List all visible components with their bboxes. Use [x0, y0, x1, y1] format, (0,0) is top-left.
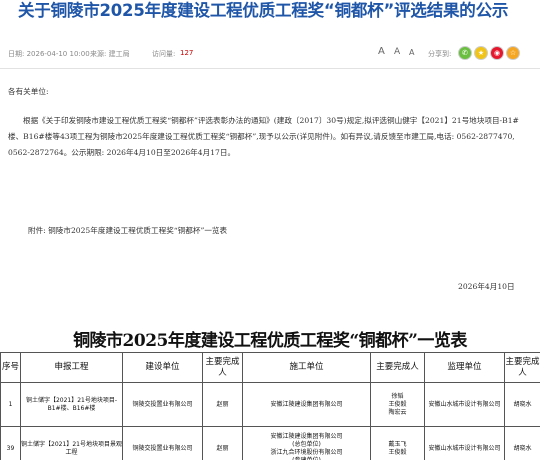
cell-supervisor: 安徽山水城市设计有限公司 [424, 382, 505, 427]
title-bar: 关于铜陵市2025年度建设工程优质工程奖“铜都杯”评选结果的公示 [0, 0, 540, 24]
cell-supervisor-person: 胡晓水 [504, 426, 540, 460]
table-header-row: 序号 申报工程 建设单位 主要完成人 施工单位 主要完成人 监理单位 主要完成人 [0, 352, 540, 383]
award-table: 序号 申报工程 建设单位 主要完成人 施工单位 主要完成人 监理单位 主要完成人… [0, 352, 540, 460]
header-contractor-person: 主要完成人 [370, 352, 425, 383]
publish-date: 日期: 2026-04-10 10:00 [8, 50, 90, 58]
greeting: 各有关单位: [8, 87, 49, 96]
cell-contractor-persons: 戴玉飞 王俊毅 [370, 426, 425, 460]
font-medium-button[interactable]: A [394, 47, 400, 57]
page-title: 关于铜陵市2025年度建设工程优质工程奖“铜都杯”评选结果的公示 [18, 1, 509, 20]
cell-contractor-persons: 徐韬 王俊毅 陶宏云 [370, 382, 425, 427]
attachment-table-image: 铜陵市2025年度建设工程优质工程奖“铜都杯”一览表 序号 申报工程 建设单位 … [0, 322, 540, 460]
cell-contractor: 安徽江陵建设集团有限公司 [242, 382, 371, 427]
weibo-icon[interactable]: ◉ [490, 46, 504, 60]
favorite-icon[interactable]: ☆ [506, 46, 520, 60]
header-builder: 建设单位 [122, 352, 203, 383]
header-contractor: 施工单位 [242, 352, 371, 383]
visits-count: 127 [180, 49, 194, 57]
body-paragraph: 根据《关于印发铜陵市建设工程优质工程奖“铜都杯”评选表彰办法的通知》(建政〔20… [8, 116, 519, 157]
attachment-link[interactable]: 附件: 铜陵市2025年度建设工程优质工程奖“铜都杯”一览表 [28, 225, 227, 236]
header-no: 序号 [0, 352, 21, 383]
visits-label: 访问量: [152, 50, 176, 58]
cell-project: 铜土储字【2021】21号地块项目景观工程 [20, 426, 123, 460]
cell-builder: 铜陵交投置业有限公司 [122, 426, 203, 460]
meta-divider [0, 68, 540, 69]
cell-contractor: 安徽江陵建设集团有限公司 (总包单位) 浙江九合环境股份有限公司 (参建单位) [242, 426, 371, 460]
share-label: 分享到: [428, 50, 452, 58]
table-row: 1 铜土储字【2021】21号地块项目-B1#楼、B16#楼 铜陵交投置业有限公… [0, 382, 540, 427]
font-large-button[interactable]: A [378, 46, 385, 57]
article-source: 来源: 建工局 [90, 50, 130, 58]
cell-no: 39 [0, 426, 21, 460]
cell-builder-person: 赵丽 [202, 382, 243, 427]
wechat-icon[interactable]: ✆ [458, 46, 472, 60]
header-project: 申报工程 [20, 352, 123, 383]
header-supervisor: 监理单位 [424, 352, 505, 383]
cell-no: 1 [0, 382, 21, 427]
header-builder-person: 主要完成人 [202, 352, 243, 383]
publish-date-footer: 2026年4月10日 [458, 282, 515, 291]
article-meta-bar: 日期: 2026-04-10 10:00 来源: 建工局 访问量: 127 A … [0, 44, 540, 64]
font-small-button[interactable]: A [409, 48, 414, 57]
header-supervisor-person: 主要完成人 [504, 352, 540, 383]
cell-builder: 铜陵交投置业有限公司 [122, 382, 203, 427]
table-title: 铜陵市2025年度建设工程优质工程奖“铜都杯”一览表 [73, 331, 467, 351]
cell-builder-person: 赵丽 [202, 426, 243, 460]
qzone-icon[interactable]: ★ [474, 46, 488, 60]
table-row: 39 铜土储字【2021】21号地块项目景观工程 铜陵交投置业有限公司 赵丽 安… [0, 426, 540, 460]
cell-project: 铜土储字【2021】21号地块项目-B1#楼、B16#楼 [20, 382, 123, 427]
cell-supervisor: 安徽山水城市设计有限公司 [424, 426, 505, 460]
cell-supervisor-person: 胡晓水 [504, 382, 540, 427]
